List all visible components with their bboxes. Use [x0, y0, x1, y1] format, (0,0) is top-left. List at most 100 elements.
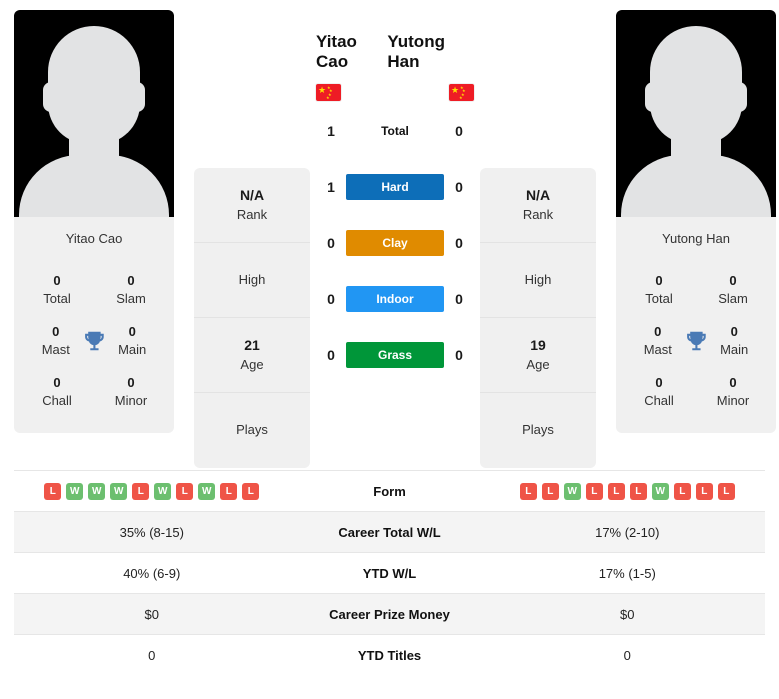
table-row: L W W W L W L W L L Form L L W L L L W L L L — [14, 470, 765, 511]
titles-mast-value: 0 — [52, 324, 60, 340]
avatar-head-icon — [650, 26, 742, 144]
form-badge-win[interactable]: W — [198, 482, 216, 500]
titles-mast-right: 0 Mast — [632, 323, 684, 358]
player-avatar-right — [616, 10, 776, 217]
form-badge-win[interactable]: W — [563, 482, 581, 500]
h2h-row-total: 1 Total 0 — [316, 103, 474, 159]
titles-grid-left: 0 Total 0 Slam 0 Mast 0 Main 0 Chall 0 M… — [14, 258, 174, 433]
titles-row: 0 Mast 0 Main — [616, 315, 776, 366]
h2h-score-left: 0 — [327, 235, 335, 251]
h2h-row-indoor: 0 Indoor 0 — [316, 271, 474, 327]
titles-chall-label: Chall — [42, 392, 72, 408]
form-badge-win[interactable]: W — [651, 482, 669, 500]
stat-plays-label: Plays — [236, 422, 268, 438]
titles-total-right: 0 Total — [632, 272, 686, 307]
form-badge-loss[interactable]: L — [519, 482, 537, 500]
table-value-right: $0 — [620, 606, 635, 622]
player-stat-card-left: N/A Rank High 21 Age Plays — [194, 168, 310, 468]
form-cell-right: LLWLLLWLLL — [490, 482, 766, 500]
player-photo-card-left[interactable]: Yitao Cao 0 Total 0 Slam 0 Mast 0 Main 0… — [14, 10, 174, 434]
h2h-center-column: Yitao Cao Yutong Han ★ ★ ★ ★ ★ ★ ★ ★ ★ ★… — [310, 10, 480, 383]
player-photo-card-right[interactable]: Yutong Han 0 Total 0 Slam 0 Mast 0 Main … — [616, 10, 776, 434]
form-badge-loss[interactable]: L — [220, 482, 238, 500]
titles-minor-value: 0 — [729, 375, 737, 391]
stat-rank-value: N/A — [525, 187, 551, 204]
titles-total-label: Total — [645, 290, 673, 306]
form-badge-loss[interactable]: L — [585, 482, 603, 500]
titles-row: 0 Chall 0 Minor — [14, 366, 174, 417]
h2h-score-right: 0 — [455, 123, 463, 139]
stat-age-value: 21 — [244, 337, 260, 354]
titles-total-left: 0 Total — [30, 272, 84, 307]
player-name-left[interactable]: Yitao Cao — [316, 32, 387, 72]
h2h-score-left: 0 — [327, 347, 335, 363]
player-names-row: Yitao Cao Yutong Han — [316, 10, 474, 72]
form-badge-loss[interactable]: L — [673, 482, 691, 500]
form-badge-loss[interactable]: L — [541, 482, 559, 500]
titles-minor-left: 0 Minor — [104, 374, 158, 409]
trophy-icon — [686, 331, 706, 350]
stat-rank-value: N/A — [239, 187, 265, 204]
stat-age-right: 19 Age — [480, 318, 596, 393]
table-row-label: Career Prize Money — [329, 606, 450, 622]
titles-slam-right: 0 Slam — [706, 272, 760, 307]
titles-grid-right: 0 Total 0 Slam 0 Mast 0 Main 0 Chall 0 M… — [616, 258, 776, 433]
stat-rank-label: Rank — [522, 206, 554, 222]
titles-main-label: Main — [720, 341, 749, 357]
form-badge-loss[interactable]: L — [629, 482, 647, 500]
titles-mast-label: Mast — [643, 341, 672, 357]
titles-minor-right: 0 Minor — [706, 374, 760, 409]
titles-chall-value: 0 — [655, 375, 663, 391]
form-badge-win[interactable]: W — [66, 482, 84, 500]
titles-chall-label: Chall — [644, 392, 674, 408]
stat-rank-left: N/A Rank — [194, 168, 310, 243]
surface-label-indoor[interactable]: Indoor — [346, 286, 444, 312]
surface-label-clay[interactable]: Clay — [346, 230, 444, 256]
stat-rank-right: N/A Rank — [480, 168, 596, 243]
form-badge-loss[interactable]: L — [607, 482, 625, 500]
stat-high-left: High — [194, 243, 310, 318]
form-badge-loss[interactable]: L — [242, 482, 260, 500]
titles-slam-label: Slam — [116, 290, 146, 306]
titles-main-value: 0 — [730, 324, 738, 340]
player-name-right[interactable]: Yutong Han — [387, 32, 474, 72]
table-value-left: 35% (8-15) — [119, 524, 184, 540]
table-value-left: 0 — [148, 647, 156, 663]
form-badge-win[interactable]: W — [154, 482, 172, 500]
h2h-row-hard: 1 Hard 0 — [316, 159, 474, 215]
h2h-surface-rows: 1 Total 0 1 Hard 0 0 Clay 0 0 Indoor 0 0 Grass 0 — [316, 101, 474, 383]
surface-label-hard[interactable]: Hard — [346, 174, 444, 200]
table-value-right: 17% (1-5) — [598, 565, 656, 581]
stat-high-right: High — [480, 243, 596, 318]
titles-main-value: 0 — [128, 324, 136, 340]
form-badge-loss[interactable]: L — [717, 482, 735, 500]
titles-minor-label: Minor — [716, 392, 750, 408]
avatar-body-icon — [19, 155, 169, 217]
form-badge-loss[interactable]: L — [44, 482, 62, 500]
h2h-score-right: 0 — [455, 235, 463, 251]
titles-chall-right: 0 Chall — [632, 374, 686, 409]
titles-total-label: Total — [43, 290, 71, 306]
titles-minor-value: 0 — [127, 375, 135, 391]
form-badge-win[interactable]: W — [88, 482, 106, 500]
form-badge-loss[interactable]: L — [176, 482, 194, 500]
table-row-label: Career Total W/L — [338, 524, 441, 540]
surface-label-grass[interactable]: Grass — [346, 342, 444, 368]
form-badge-loss[interactable]: L — [132, 482, 150, 500]
h2h-score-right: 0 — [455, 291, 463, 307]
h2h-score-left: 1 — [327, 123, 335, 139]
avatar-ear-right-icon — [129, 82, 145, 112]
form-badge-loss[interactable]: L — [695, 482, 713, 500]
table-value-right: 17% (2-10) — [595, 524, 660, 540]
titles-slam-value: 0 — [729, 273, 737, 288]
player-photo-name-left: Yitao Cao — [65, 231, 123, 246]
titles-mast-value: 0 — [654, 324, 662, 340]
avatar-ear-right-icon — [731, 82, 747, 112]
comparison-table: L W W W L W L W L L Form L L W L L L W L L L 35% (8-15) Career… — [0, 470, 779, 675]
stat-age-label: Age — [240, 356, 264, 372]
table-row-label: YTD Titles — [357, 647, 422, 663]
player-flags-row: ★ ★ ★ ★ ★ ★ ★ ★ ★ ★ — [316, 72, 474, 101]
table-value-right: 0 — [623, 647, 631, 663]
titles-minor-label: Minor — [114, 392, 148, 408]
form-badge-win[interactable]: W — [110, 482, 128, 500]
